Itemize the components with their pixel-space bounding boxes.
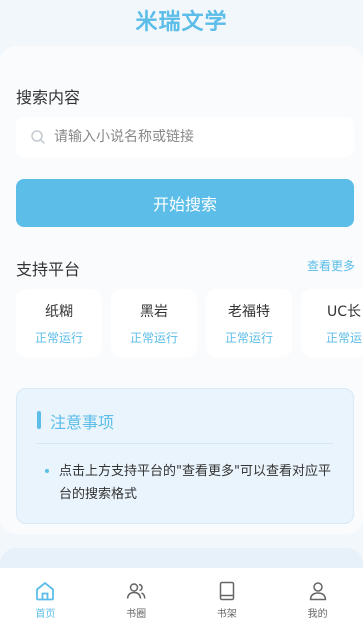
platform-card[interactable]: UC长 正常运 xyxy=(301,289,363,357)
platform-card[interactable]: 黑岩 正常运行 xyxy=(111,289,197,357)
platform-card[interactable]: 老福特 正常运行 xyxy=(206,289,292,357)
platform-card[interactable]: 纸糊 正常运行 xyxy=(16,289,102,357)
tab-bookshelf[interactable]: 书架 xyxy=(182,568,273,631)
platforms-section-label: 支持平台 xyxy=(16,260,81,279)
platform-status: 正常运行 xyxy=(34,331,83,345)
search-box[interactable] xyxy=(16,117,354,157)
bullet-icon xyxy=(45,469,49,473)
book-icon xyxy=(219,581,235,601)
platform-status: 正常运 xyxy=(325,331,362,345)
search-icon xyxy=(31,130,45,144)
home-icon xyxy=(36,582,55,601)
tab-label: 我的 xyxy=(307,609,328,620)
user-icon xyxy=(309,582,326,601)
platform-list: 纸糊 正常运行 黑岩 正常运行 老福特 正常运行 UC长 正常运 xyxy=(16,289,363,359)
search-input[interactable] xyxy=(54,129,334,145)
platform-status: 正常运行 xyxy=(129,331,178,345)
start-search-button[interactable]: 开始搜索 xyxy=(16,179,354,227)
platform-name: 老福特 xyxy=(228,304,270,320)
notice-panel: 注意事项 点击上方支持平台的"查看更多"可以查看对应平台的搜索格式 xyxy=(16,388,354,524)
notice-divider xyxy=(37,443,333,444)
notice-text: 点击上方支持平台的"查看更多"可以查看对应平台的搜索格式 xyxy=(59,464,331,502)
bottom-tab-bar: 首页 书圈 书架 我的 xyxy=(0,568,363,631)
tab-profile[interactable]: 我的 xyxy=(272,568,363,631)
tab-home[interactable]: 首页 xyxy=(0,568,91,631)
platform-name: UC长 xyxy=(326,304,362,320)
view-more-link[interactable]: 查看更多 xyxy=(307,257,355,274)
platform-name: 纸糊 xyxy=(45,304,73,320)
tab-label: 书圈 xyxy=(126,609,147,620)
app-title: 米瑞文学 xyxy=(135,10,228,35)
notice-accent-bar xyxy=(37,411,41,429)
platform-status: 正常运行 xyxy=(224,331,273,345)
platform-name: 黑岩 xyxy=(140,304,168,320)
tab-label: 首页 xyxy=(35,609,56,620)
notice-title: 注意事项 xyxy=(50,413,115,432)
tab-circle[interactable]: 书圈 xyxy=(91,568,182,631)
users-icon xyxy=(126,583,146,599)
tab-label: 书架 xyxy=(216,609,237,620)
search-section-label: 搜索内容 xyxy=(16,88,81,107)
